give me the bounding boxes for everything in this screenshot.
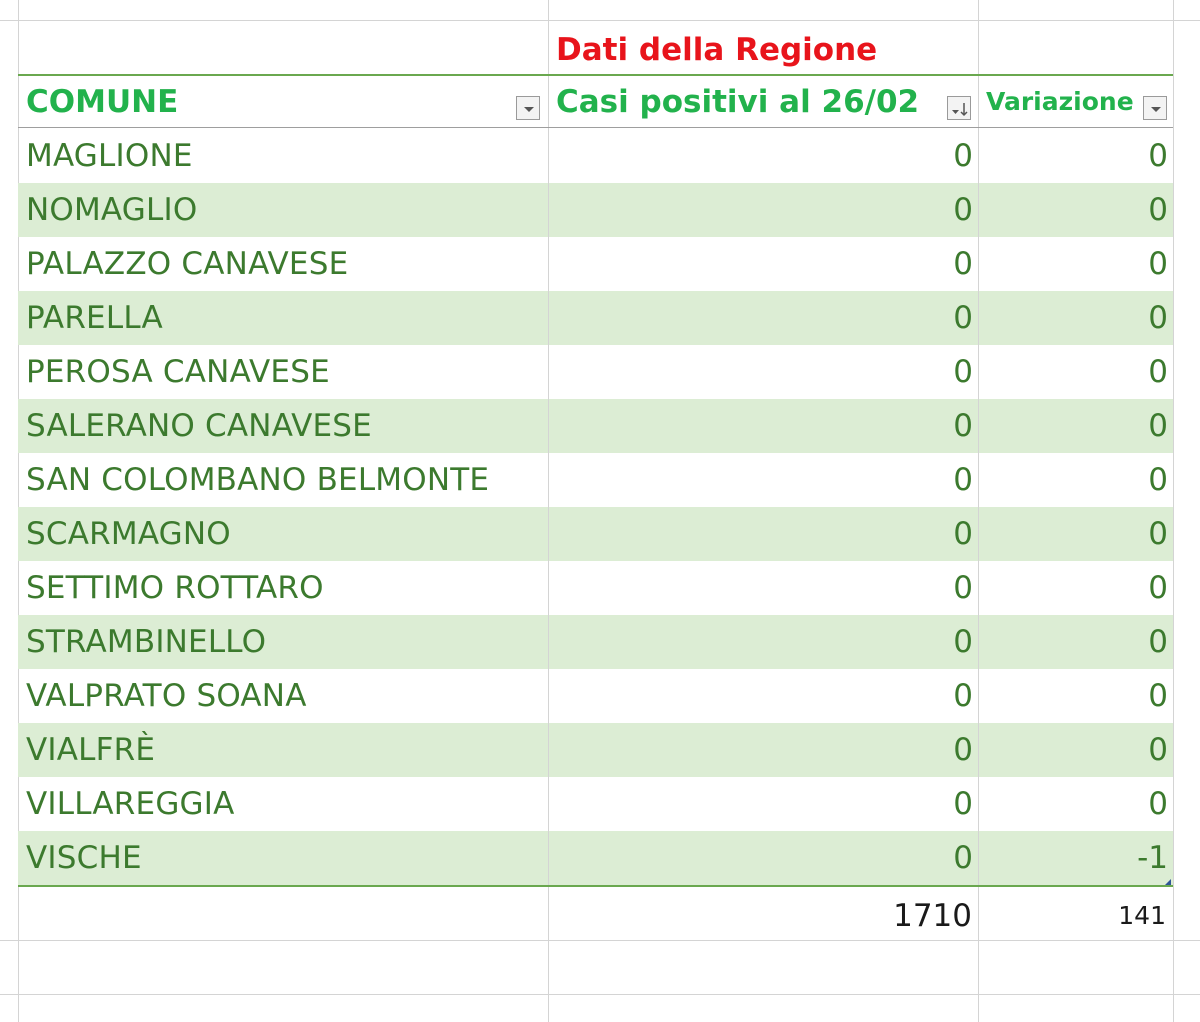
cell-variazione[interactable]: 0 (978, 453, 1168, 507)
grid-column-line (548, 129, 549, 885)
table-row[interactable]: PEROSA CANAVESE 0 0 (18, 345, 1173, 399)
header-variazione[interactable]: Variazione (986, 76, 1134, 128)
grid-row-line (0, 994, 1200, 995)
cell-casi[interactable]: 0 (548, 183, 973, 237)
cell-comune[interactable]: PALAZZO CANAVESE (26, 237, 541, 291)
table-row[interactable]: SALERANO CANAVESE 0 0 (18, 399, 1173, 453)
cell-comune[interactable]: VIALFRÈ (26, 723, 541, 777)
table-row[interactable]: VALPRATO SOANA 0 0 (18, 669, 1173, 723)
table-row[interactable]: VIALFRÈ 0 0 (18, 723, 1173, 777)
table-row[interactable]: NOMAGLIO 0 0 (18, 183, 1173, 237)
cell-variazione[interactable]: 0 (978, 723, 1168, 777)
table-row[interactable]: SCARMAGNO 0 0 (18, 507, 1173, 561)
cell-variazione[interactable]: 0 (978, 507, 1168, 561)
cell-comune[interactable]: SCARMAGNO (26, 507, 541, 561)
chevron-down-icon (524, 107, 534, 112)
cell-casi[interactable]: 0 (548, 345, 973, 399)
chevron-down-icon (1151, 107, 1161, 112)
header-comune[interactable]: COMUNE (26, 76, 178, 128)
table-row[interactable]: STRAMBINELLO 0 0 (18, 615, 1173, 669)
table-row[interactable]: PALAZZO CANAVESE 0 0 (18, 237, 1173, 291)
grid-row-line (0, 20, 1200, 21)
total-variazione[interactable]: 141 (978, 888, 1166, 944)
cell-variazione[interactable]: -1 (978, 831, 1168, 885)
cell-variazione[interactable]: 0 (978, 183, 1168, 237)
cell-casi[interactable]: 0 (548, 237, 973, 291)
cell-casi[interactable]: 0 (548, 291, 973, 345)
total-casi-positivi[interactable]: 1710 (548, 888, 972, 944)
cell-casi[interactable]: 0 (548, 777, 973, 831)
table-row[interactable]: PARELLA 0 0 (18, 291, 1173, 345)
table-row[interactable]: SETTIMO ROTTARO 0 0 (18, 561, 1173, 615)
cell-comune[interactable]: PEROSA CANAVESE (26, 345, 541, 399)
table-row[interactable]: MAGLIONE 0 0 (18, 129, 1173, 183)
cell-comune[interactable]: SETTIMO ROTTARO (26, 561, 541, 615)
cell-casi[interactable]: 0 (548, 831, 973, 885)
cell-variazione[interactable]: 0 (978, 615, 1168, 669)
cell-casi[interactable]: 0 (548, 453, 973, 507)
cell-casi[interactable]: 0 (548, 669, 973, 723)
cell-variazione[interactable]: 0 (978, 129, 1168, 183)
cell-comune[interactable]: MAGLIONE (26, 129, 541, 183)
cell-comune[interactable]: NOMAGLIO (26, 183, 541, 237)
filter-dropdown-icon[interactable] (516, 96, 540, 120)
cell-comune[interactable]: VISCHE (26, 831, 541, 885)
filter-dropdown-icon[interactable] (1143, 96, 1167, 120)
cell-variazione[interactable]: 0 (978, 777, 1168, 831)
cell-comune[interactable]: VALPRATO SOANA (26, 669, 541, 723)
cell-casi[interactable]: 0 (548, 723, 973, 777)
cell-variazione[interactable]: 0 (978, 399, 1168, 453)
region-title-cell[interactable]: Dati della Regione (556, 26, 877, 74)
sort-filter-icon (952, 103, 968, 117)
grid-column-line (978, 129, 979, 885)
cell-variazione[interactable]: 0 (978, 237, 1168, 291)
cell-casi[interactable]: 0 (548, 561, 973, 615)
cell-variazione[interactable]: 0 (978, 291, 1168, 345)
cell-variazione[interactable]: 0 (978, 669, 1168, 723)
cell-variazione[interactable]: 0 (978, 345, 1168, 399)
table-row[interactable]: VILLAREGGIA 0 0 (18, 777, 1173, 831)
cell-casi[interactable]: 0 (548, 507, 973, 561)
header-casi-positivi[interactable]: Casi positivi al 26/02 (556, 76, 919, 128)
cell-comune[interactable]: PARELLA (26, 291, 541, 345)
cell-comune[interactable]: STRAMBINELLO (26, 615, 541, 669)
cell-comune[interactable]: SALERANO CANAVESE (26, 399, 541, 453)
cell-casi[interactable]: 0 (548, 399, 973, 453)
table-bottom-border (18, 885, 1173, 887)
cell-casi[interactable]: 0 (548, 615, 973, 669)
cell-comune[interactable]: SAN COLOMBANO BELMONTE (26, 453, 541, 507)
grid-column-line (1173, 0, 1174, 1022)
sort-descending-icon[interactable] (947, 96, 971, 120)
cell-casi[interactable]: 0 (548, 129, 973, 183)
cell-variazione[interactable]: 0 (978, 561, 1168, 615)
cell-comune[interactable]: VILLAREGGIA (26, 777, 541, 831)
table-row[interactable]: VISCHE 0 -1 (18, 831, 1173, 885)
table-row[interactable]: SAN COLOMBANO BELMONTE 0 0 (18, 453, 1173, 507)
